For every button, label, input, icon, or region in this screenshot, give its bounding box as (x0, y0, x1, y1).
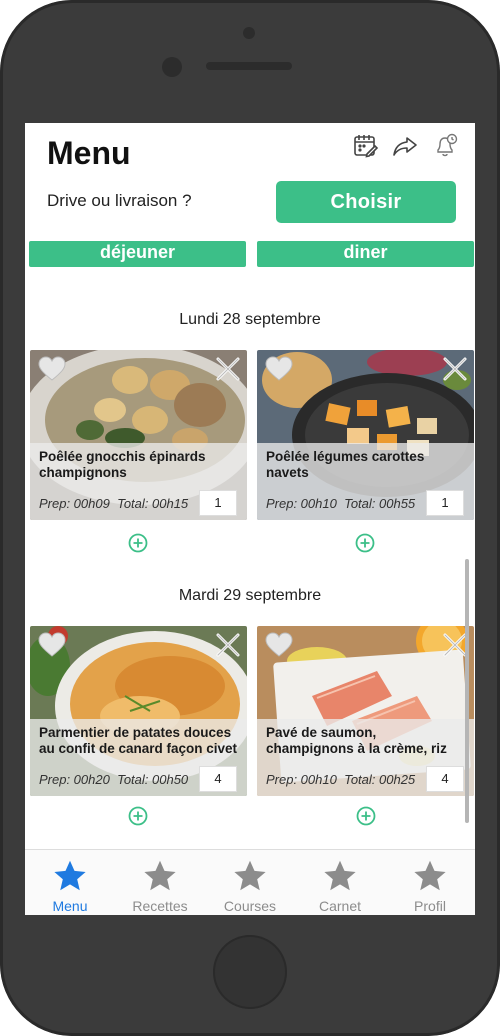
speaker-grille (206, 62, 292, 70)
bell-clock-icon[interactable] (433, 133, 459, 159)
recipe-title: Poêlée gnocchis épinards champignons (39, 449, 206, 480)
meal-tab-dinner[interactable]: diner (257, 241, 474, 267)
recipe-title: Parmentier de patates douces au confit d… (39, 725, 238, 756)
close-icon[interactable] (215, 632, 241, 658)
phone-frame: Menu Drive ou livraison ? Choisir déjeun… (0, 0, 500, 1036)
tab-carnet[interactable]: Carnet (295, 850, 385, 915)
star-icon (234, 860, 266, 891)
day-label: Lundi 28 septembre (179, 311, 321, 328)
heart-icon[interactable] (38, 632, 66, 658)
add-recipe-icon[interactable] (356, 806, 376, 826)
meal-tab-lunch[interactable]: déjeuner (29, 241, 246, 267)
camera-dot (243, 27, 255, 39)
prep-time: Prep: 00h20 (39, 772, 110, 787)
servings-input[interactable]: 1 (199, 490, 237, 516)
tab-courses[interactable]: Courses (205, 850, 295, 915)
delivery-question: Drive ou livraison ? (47, 191, 192, 210)
recipe-card[interactable]: Parmentier de patates douces au confit d… (30, 626, 247, 796)
close-icon[interactable] (215, 356, 241, 382)
servings-input[interactable]: 4 (426, 766, 464, 792)
total-time: Total: 00h55 (344, 496, 416, 511)
tab-label: Menu (52, 898, 88, 914)
recipe-card[interactable]: Pavé de saumon, champignons à la crème, … (257, 626, 474, 796)
prep-time: Prep: 00h10 (266, 496, 337, 511)
star-icon (54, 860, 86, 891)
heart-icon[interactable] (265, 356, 293, 382)
scrollbar[interactable] (465, 559, 469, 823)
recipe-times: Prep: 00h10 Total: 00h55 (266, 496, 415, 511)
calendar-edit-icon[interactable] (353, 133, 379, 159)
servings-input[interactable]: 4 (199, 766, 237, 792)
star-icon (414, 860, 446, 891)
tab-menu[interactable]: Menu (25, 850, 115, 915)
total-time: Total: 00h25 (344, 772, 416, 787)
recipe-times: Prep: 00h09 Total: 00h15 (39, 496, 188, 511)
heart-icon[interactable] (265, 632, 293, 658)
recipe-title: Pavé de saumon, champignons à la crème, … (266, 725, 447, 756)
add-recipe-icon[interactable] (128, 806, 148, 826)
recipe-times: Prep: 00h10 Total: 00h25 (266, 772, 415, 787)
star-icon (324, 860, 356, 891)
tab-profil[interactable]: Profil (385, 850, 475, 915)
recipe-card[interactable]: Poêlée légumes carottes navets Prep: 00h… (257, 350, 474, 520)
choose-button[interactable]: Choisir (276, 181, 456, 223)
tab-recettes[interactable]: Recettes (115, 850, 205, 915)
app-screen: Menu Drive ou livraison ? Choisir déjeun… (25, 123, 475, 915)
recipe-title: Poêlée légumes carottes navets (266, 449, 425, 480)
tab-label: Courses (223, 898, 277, 914)
add-recipe-icon[interactable] (355, 533, 375, 553)
tab-label: Recettes (132, 898, 188, 914)
home-button[interactable] (213, 935, 287, 1009)
bottom-tab-bar: Menu Recettes Courses Carnet Profil (25, 849, 475, 915)
prep-time: Prep: 00h10 (266, 772, 337, 787)
star-icon (144, 860, 176, 891)
total-time: Total: 00h15 (117, 496, 189, 511)
total-time: Total: 00h50 (117, 772, 189, 787)
front-camera (162, 57, 182, 77)
day-label: Mardi 29 septembre (178, 587, 322, 604)
close-icon[interactable] (442, 356, 468, 382)
tab-label: Profil (414, 898, 446, 914)
heart-icon[interactable] (38, 356, 66, 382)
recipe-times: Prep: 00h20 Total: 00h50 (39, 772, 188, 787)
tab-label: Carnet (318, 898, 362, 914)
recipe-card[interactable]: Poêlée gnocchis épinards champignons Pre… (30, 350, 247, 520)
servings-input[interactable]: 1 (426, 490, 464, 516)
page-title: Menu (47, 135, 131, 171)
share-icon[interactable] (392, 133, 418, 159)
add-recipe-icon[interactable] (128, 533, 148, 553)
prep-time: Prep: 00h09 (39, 496, 110, 511)
